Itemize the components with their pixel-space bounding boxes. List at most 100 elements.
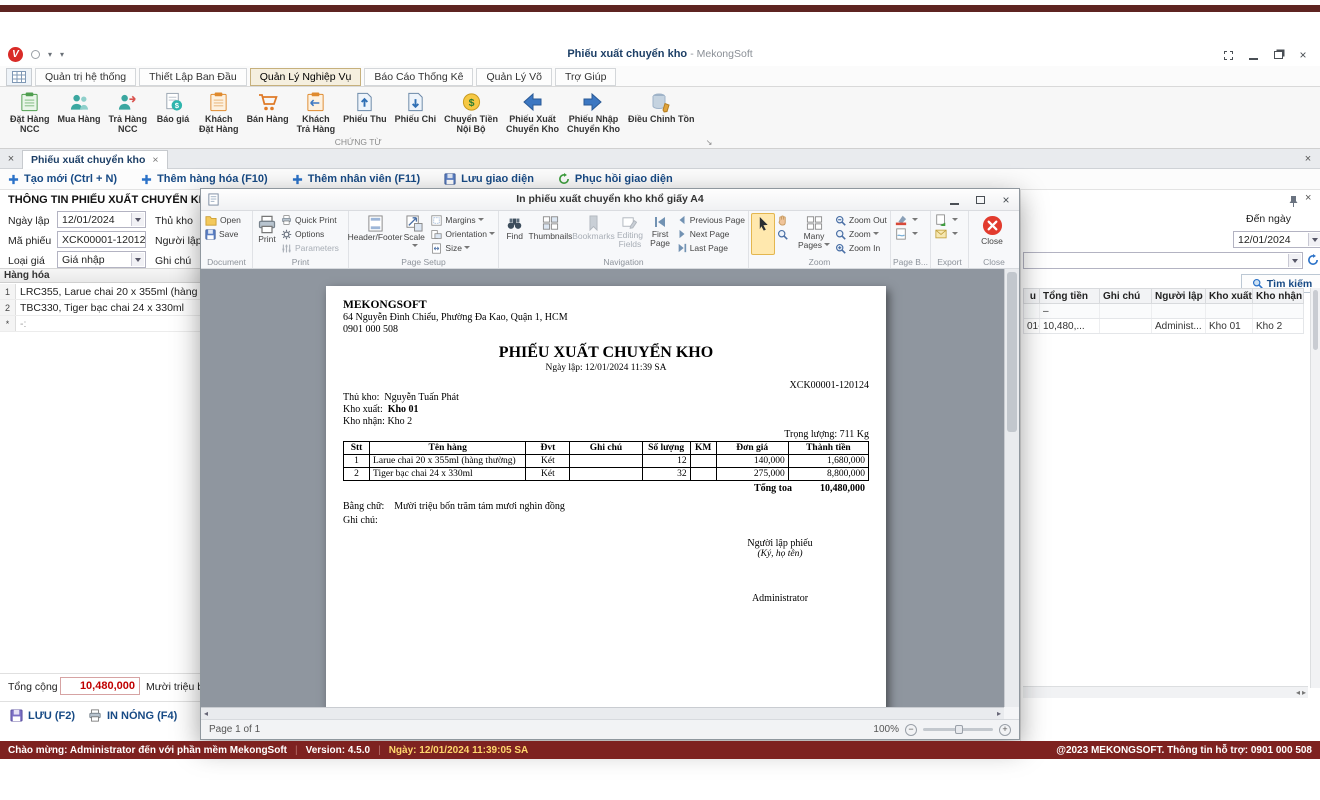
- print-button[interactable]: Print: [255, 213, 279, 255]
- scroll-right-icon[interactable]: ▸: [997, 709, 1001, 718]
- panel-close-icon[interactable]: ×: [1305, 192, 1311, 204]
- chevron-down-icon[interactable]: [131, 213, 144, 226]
- bookmarks-button[interactable]: Bookmarks: [572, 213, 614, 255]
- ribbon-button-phieu-xuat-chuyen-kho[interactable]: Phiếu XuấtChuyển Kho: [502, 88, 563, 134]
- column-header-tong-tien[interactable]: Tổng tiền: [1040, 289, 1100, 303]
- last-page-button[interactable]: Last Page: [675, 241, 747, 255]
- chevron-down-icon[interactable]: [131, 253, 144, 266]
- zoom-button[interactable]: Zoom: [833, 227, 889, 241]
- dialog-maximize-button[interactable]: [973, 193, 987, 207]
- save-button[interactable]: Save: [203, 227, 243, 241]
- ribbon-button-chuyen-tien-noi-bo[interactable]: $ Chuyển TiềnNội Bộ: [440, 88, 502, 134]
- size-button[interactable]: Size: [429, 241, 497, 255]
- den-ngay-date-input[interactable]: 12/01/2024: [1233, 231, 1320, 248]
- ribbon-button-khach-dat-hang[interactable]: KháchĐặt Hàng: [195, 88, 243, 134]
- strip-close-icon[interactable]: ×: [1300, 151, 1316, 167]
- close-button[interactable]: ×: [1296, 48, 1310, 62]
- send-email-button[interactable]: [933, 227, 960, 241]
- pin-icon[interactable]: [1289, 195, 1298, 207]
- filter-combo[interactable]: [1023, 252, 1303, 269]
- restore-button[interactable]: [1271, 48, 1285, 62]
- fit-window-button[interactable]: [1221, 48, 1235, 62]
- loai-gia-combo[interactable]: Giá nhập: [57, 251, 146, 268]
- preview-horizontal-scrollbar[interactable]: ◂ ▸: [201, 707, 1004, 719]
- export-document-button[interactable]: [933, 213, 960, 227]
- orientation-button[interactable]: Orientation: [429, 227, 497, 241]
- header-footer-button[interactable]: Header/Footer: [351, 213, 399, 255]
- dialog-titlebar[interactable]: In phiếu xuất chuyển kho khổ giấy A4 ×: [201, 189, 1019, 211]
- watermark-button[interactable]: [893, 227, 920, 241]
- ma-phieu-input[interactable]: XCK00001-120124: [57, 231, 146, 248]
- filter-row[interactable]: –: [1023, 304, 1304, 319]
- scroll-right-icon[interactable]: ▸: [1302, 688, 1306, 697]
- ribbon-button-mua-hang[interactable]: Mua Hàng: [54, 88, 105, 124]
- pointer-tool-button[interactable]: [751, 213, 775, 255]
- ribbon-tab-bao-cao-thong-ke[interactable]: Báo Cáo Thống Kê: [364, 68, 473, 86]
- column-header-nguoi-lap[interactable]: Người lập: [1152, 289, 1206, 303]
- restore-layout-button[interactable]: Phục hồi giao diện: [558, 173, 673, 185]
- ribbon-button-khach-tra-hang[interactable]: KháchTrả Hàng: [293, 88, 340, 134]
- previous-page-button[interactable]: Previous Page: [675, 213, 747, 227]
- many-pages-button[interactable]: Many Pages: [795, 213, 833, 255]
- chevron-down-icon[interactable]: [1288, 254, 1301, 267]
- zoom-in-button[interactable]: Zoom In: [833, 241, 889, 255]
- close-all-tabs-icon[interactable]: ×: [3, 151, 19, 167]
- add-item-button[interactable]: Thêm hàng hóa (F10): [141, 173, 268, 185]
- ribbon-button-phieu-chi[interactable]: Phiếu Chi: [391, 88, 441, 124]
- ribbon-button-tra-hang-ncc[interactable]: Trả HàngNCC: [105, 88, 152, 134]
- ribbon-button-phieu-thu[interactable]: Phiếu Thu: [339, 88, 391, 124]
- ribbon-tab-quan-ly-vo[interactable]: Quản Lý Võ: [476, 68, 551, 86]
- close-preview-button[interactable]: Close: [971, 213, 1013, 255]
- scrollbar-thumb[interactable]: [1007, 272, 1017, 432]
- quick-print-button[interactable]: Quick Print: [279, 213, 341, 227]
- refresh-icon[interactable]: [1307, 254, 1319, 266]
- next-page-button[interactable]: Next Page: [675, 227, 747, 241]
- document-tab-phieu-xuat-chuyen-kho[interactable]: Phiếu xuất chuyển kho ×: [22, 150, 168, 169]
- ribbon-button-bao-gia[interactable]: $ Báo giá: [151, 88, 195, 124]
- scrollbar-thumb[interactable]: [1313, 290, 1318, 350]
- result-row[interactable]: 01-1... 10,480,... Administ... Kho 01 Kh…: [1023, 319, 1304, 334]
- ribbon-button-ban-hang[interactable]: Bán Hàng: [243, 88, 293, 124]
- save-button[interactable]: LƯU (F2): [10, 709, 75, 722]
- add-employee-button[interactable]: Thêm nhân viên (F11): [292, 173, 420, 185]
- zoom-slider[interactable]: [923, 728, 993, 731]
- preview-surface[interactable]: MEKONGSOFT 64 Nguyễn Đình Chiểu, Phường …: [201, 269, 1019, 707]
- editing-fields-button[interactable]: Editing Fields: [614, 213, 645, 255]
- options-button[interactable]: Options: [279, 227, 341, 241]
- first-page-button[interactable]: First Page: [645, 213, 674, 255]
- horizontal-scrollbar[interactable]: ◂ ▸: [1023, 686, 1308, 698]
- ribbon-tab-thiet-lap-ban-dau[interactable]: Thiết Lập Ban Đầu: [139, 68, 247, 86]
- scale-button[interactable]: Scale: [399, 213, 429, 255]
- ribbon-menu-button[interactable]: [6, 68, 32, 86]
- new-record-button[interactable]: Tạo mới (Ctrl + N): [8, 173, 117, 185]
- scroll-left-icon[interactable]: ◂: [204, 709, 208, 718]
- zoom-out-button[interactable]: Zoom Out: [833, 213, 889, 227]
- zoom-out-icon[interactable]: −: [905, 724, 917, 736]
- minimize-button[interactable]: [1246, 48, 1260, 62]
- ribbon-button-phieu-nhap-chuyen-kho[interactable]: Phiếu NhậpChuyển Kho: [563, 88, 624, 134]
- chevron-down-icon[interactable]: [1308, 233, 1320, 246]
- dialog-minimize-button[interactable]: [947, 193, 961, 207]
- column-header[interactable]: u: [1024, 289, 1040, 303]
- column-header-ghi-chu[interactable]: Ghi chú: [1100, 289, 1152, 303]
- ribbon-tab-quan-ly-nghiep-vu[interactable]: Quản Lý Nghiệp Vụ: [250, 68, 362, 86]
- hand-tool-button[interactable]: [775, 213, 795, 227]
- open-button[interactable]: Open: [203, 213, 243, 227]
- find-button[interactable]: Find: [501, 213, 528, 255]
- ngay-lap-date-input[interactable]: 12/01/2024: [57, 211, 146, 228]
- column-header-kho-nhan[interactable]: Kho nhận: [1253, 289, 1303, 303]
- zoom-in-icon[interactable]: +: [999, 724, 1011, 736]
- ribbon-tab-quan-tri-he-thong[interactable]: Quản trị hệ thống: [35, 68, 136, 86]
- preview-vertical-scrollbar[interactable]: [1004, 269, 1019, 707]
- ribbon-tab-tro-giup[interactable]: Trợ Giúp: [555, 68, 617, 86]
- group-dialog-launcher-icon[interactable]: ↘: [706, 138, 713, 147]
- ribbon-button-dat-hang-ncc[interactable]: Đặt HàngNCC: [6, 88, 54, 134]
- parameters-button[interactable]: Parameters: [279, 241, 341, 255]
- zoom-slider-thumb[interactable]: [955, 725, 963, 734]
- save-layout-button[interactable]: Lưu giao diện: [444, 173, 534, 185]
- ribbon-button-dieu-chinh-ton[interactable]: Điều Chỉnh Tồn: [624, 88, 699, 124]
- margins-button[interactable]: Margins: [429, 213, 497, 227]
- vertical-scrollbar[interactable]: [1310, 288, 1320, 688]
- hot-print-button[interactable]: IN NÓNG (F4): [88, 709, 177, 722]
- magnifier-tool-button[interactable]: [775, 227, 795, 241]
